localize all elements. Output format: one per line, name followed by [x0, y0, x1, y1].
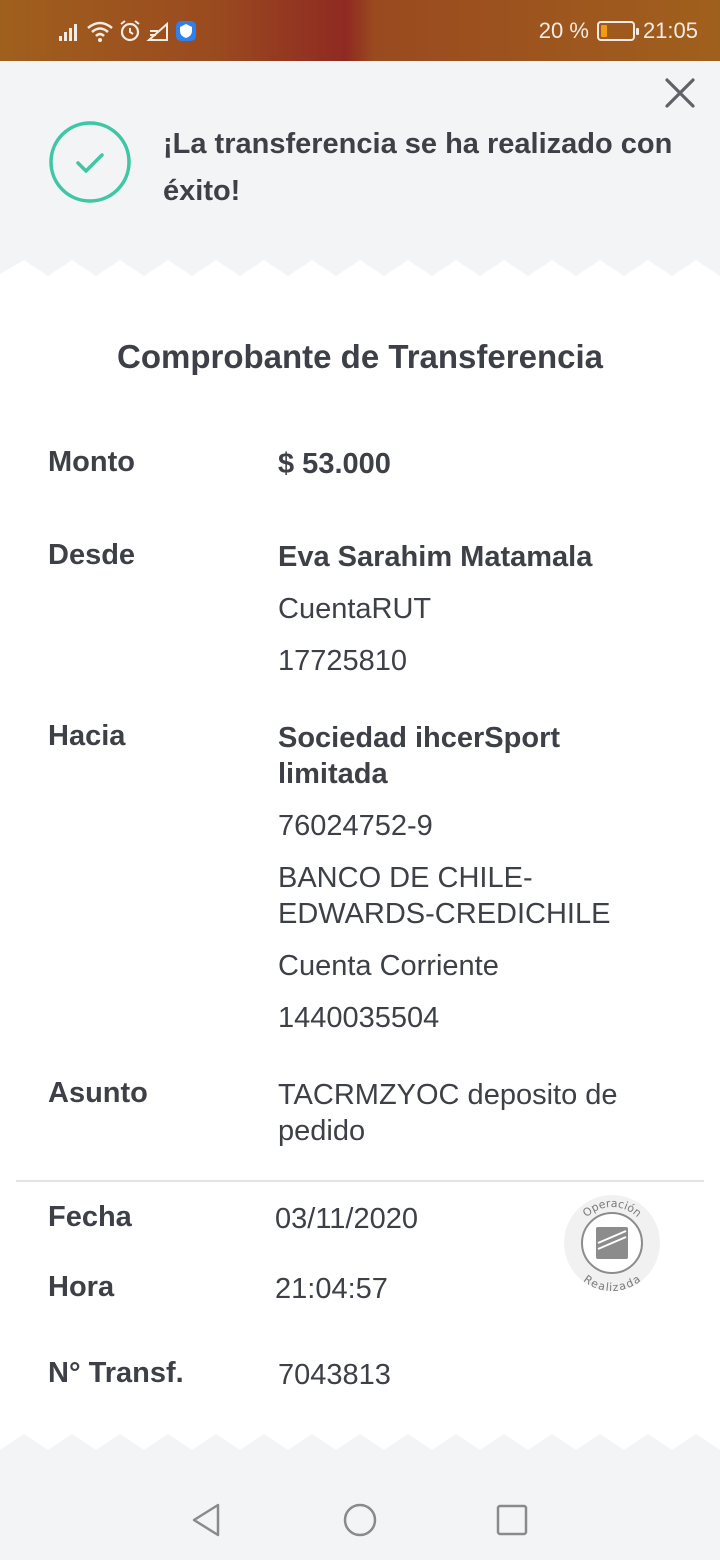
hacia-name: Sociedad ihcerSport limitada: [278, 722, 561, 790]
monto-value: $ 53.000: [278, 448, 391, 480]
data-icon: [146, 21, 168, 41]
hacia-label: Hacia: [48, 720, 126, 752]
hacia-bank: BANCO DE CHILE-EDWARDS-CREDICHILE: [278, 862, 611, 930]
operation-stamp-icon: Operación Realizada: [564, 1195, 660, 1293]
hacia-account-type: Cuenta Corriente: [278, 950, 499, 982]
desde-name: Eva Sarahim Matamala: [278, 541, 593, 573]
hacia-account-number: 1440035504: [278, 1002, 440, 1034]
receipt: Comprobante de Transferencia Monto $ 53.…: [0, 288, 720, 1434]
battery-icon: [596, 21, 639, 41]
signal-icon: [59, 24, 77, 41]
check-circle-icon: [49, 121, 131, 203]
battery-level: [600, 25, 607, 37]
back-triangle-icon[interactable]: [186, 1500, 226, 1540]
asunto-label: Asunto: [48, 1077, 148, 1109]
android-nav-bar: [0, 1478, 720, 1560]
recents-square-icon[interactable]: [492, 1500, 532, 1540]
fecha-label: Fecha: [48, 1201, 132, 1233]
hacia-rut: 76024752-9: [278, 810, 433, 842]
battery-percent: 20 %: [538, 18, 589, 43]
desde-account-number: 17725810: [278, 645, 408, 677]
success-header: ¡La transferencia se ha realizado con éx…: [0, 61, 720, 291]
home-circle-icon[interactable]: [340, 1500, 380, 1540]
status-bar: 20 % 21:05: [0, 0, 720, 61]
clock: 21:05: [642, 18, 698, 43]
success-message: ¡La transferencia se ha realizado con éx…: [163, 128, 673, 207]
shield-icon: [176, 21, 196, 41]
close-icon[interactable]: [662, 75, 698, 111]
receipt-bottom-edge: [0, 1432, 720, 1450]
desde-label: Desde: [48, 539, 136, 571]
monto-label: Monto: [48, 446, 135, 478]
asunto-value: TACRMZYOC deposito de pedido: [278, 1079, 618, 1147]
receipt-top-edge: [0, 260, 720, 290]
transf-label: N° Transf.: [48, 1357, 184, 1389]
status-icons: [58, 16, 198, 46]
status-right: 20 % 21:05: [539, 18, 698, 44]
receipt-title: Comprobante de Transferencia: [117, 338, 603, 375]
desde-account-type: CuentaRUT: [278, 593, 432, 625]
wifi-icon: [87, 21, 113, 42]
hora-label: Hora: [48, 1271, 115, 1303]
transf-value: 7043813: [278, 1359, 391, 1391]
divider: [16, 1180, 704, 1182]
alarm-icon: [120, 20, 140, 42]
